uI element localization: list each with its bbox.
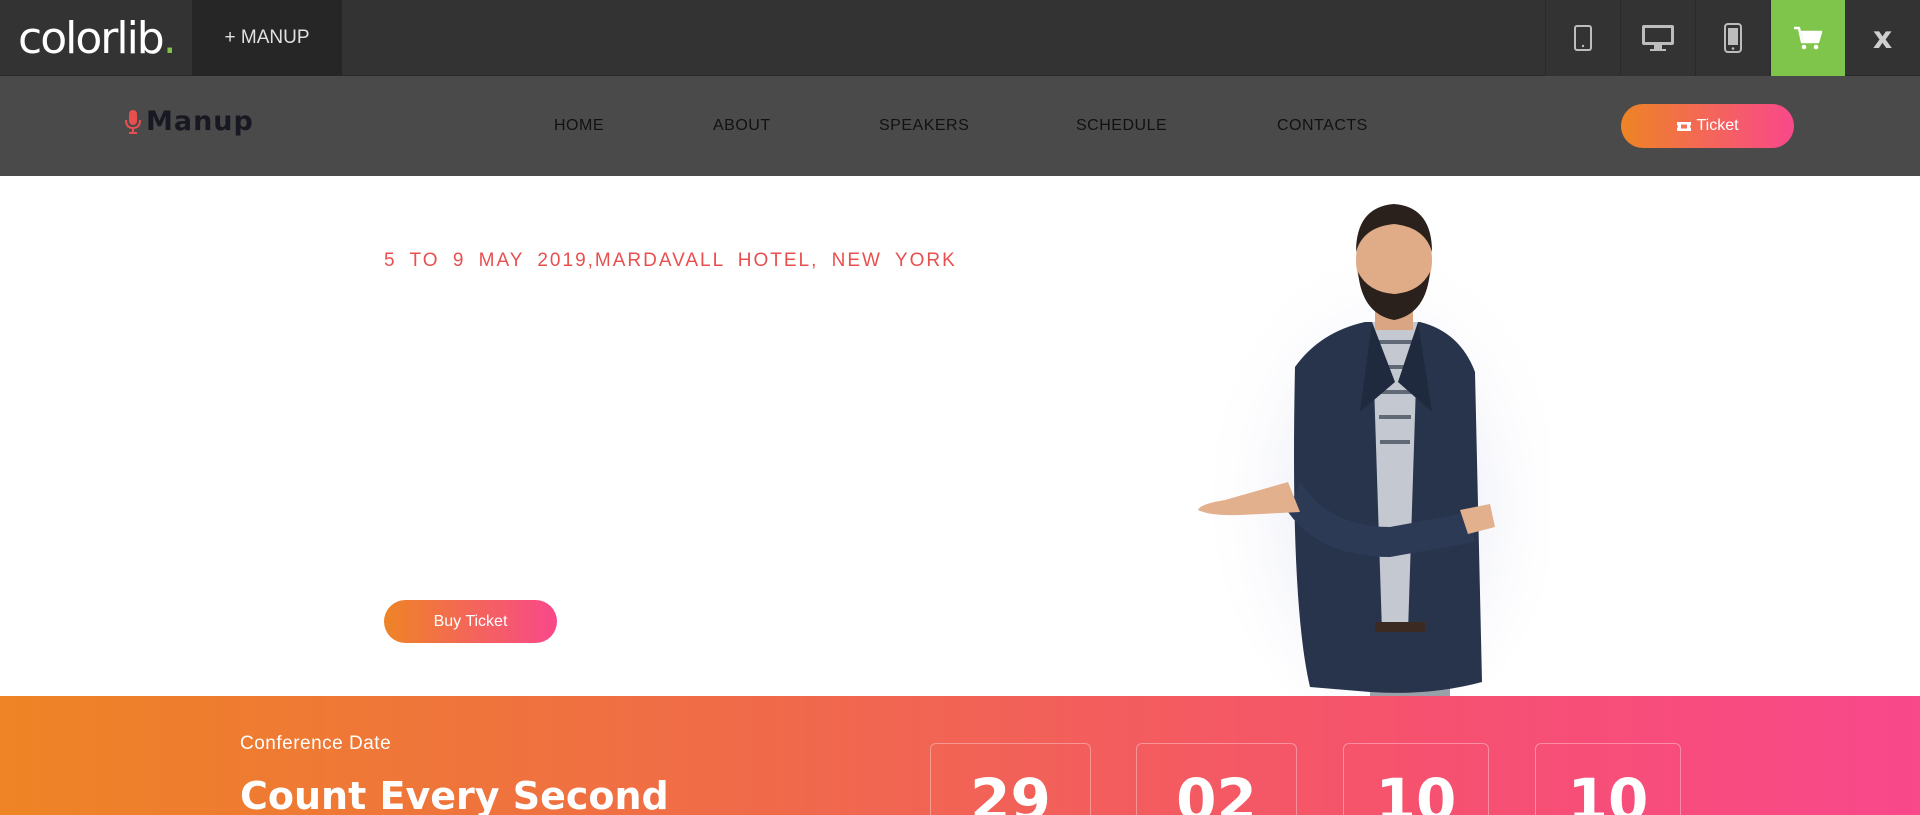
countdown-minutes: 10 [1343, 743, 1489, 815]
tablet-icon [1573, 25, 1592, 51]
countdown-value: 10 [1375, 766, 1457, 815]
countdown-value: 29 [970, 766, 1051, 815]
speaker-image [1198, 204, 1550, 696]
demo-topbar: colorlib. + MANUP x [0, 0, 1920, 76]
hero-section: 5 TO 9 MAY 2019,MARDAVALL HOTEL, NEW YOR… [0, 176, 1920, 696]
ticket-label: Ticket [1696, 117, 1739, 134]
mobile-icon [1723, 23, 1742, 53]
ticket-icon [1677, 121, 1692, 131]
close-button[interactable]: x [1845, 0, 1920, 76]
tablet-view-button[interactable] [1545, 0, 1619, 76]
countdown-days: 29 [930, 743, 1091, 815]
logo-text: colorlib [18, 12, 165, 64]
colorlib-logo[interactable]: colorlib. [18, 10, 177, 66]
nav-about[interactable]: ABOUT [713, 117, 771, 135]
countdown-seconds: 10 [1535, 743, 1681, 815]
countdown-value: 02 [1176, 766, 1257, 815]
event-date-location: 5 TO 9 MAY 2019,MARDAVALL HOTEL, NEW YOR… [384, 250, 957, 271]
nav-home[interactable]: HOME [554, 117, 604, 135]
cart-button[interactable] [1770, 0, 1845, 76]
nav-speakers[interactable]: SPEAKERS [879, 117, 969, 135]
buy-ticket-button[interactable]: Buy Ticket [384, 600, 557, 643]
desktop-icon [1641, 25, 1674, 51]
logo-dot: . [162, 12, 177, 64]
nav-schedule[interactable]: SCHEDULE [1076, 117, 1167, 135]
countdown-title: Count Every Second [240, 774, 669, 815]
mobile-view-button[interactable] [1695, 0, 1769, 76]
cart-icon [1794, 26, 1823, 50]
site-header: Manup HOME ABOUT SPEAKERS SCHEDULE CONTA… [0, 76, 1920, 176]
nav-contacts[interactable]: CONTACTS [1277, 117, 1368, 135]
countdown-value: 10 [1567, 766, 1649, 815]
product-button[interactable]: + MANUP [192, 0, 342, 76]
desktop-view-button[interactable] [1620, 0, 1694, 76]
countdown-hours: 02 [1136, 743, 1297, 815]
header-ticket-button[interactable]: Ticket [1621, 104, 1794, 148]
countdown-section: Conference Date Count Every Second 29 02… [0, 696, 1920, 815]
conference-date-label: Conference Date [240, 733, 392, 754]
